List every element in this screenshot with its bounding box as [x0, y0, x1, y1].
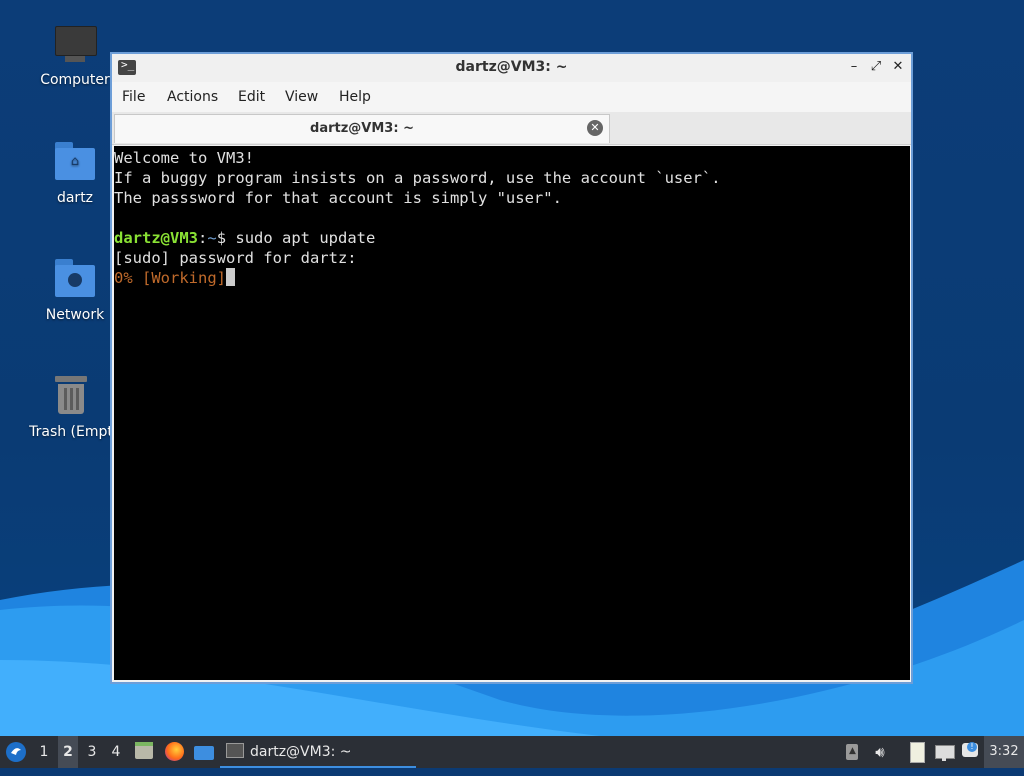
workspace-2[interactable]: 2 [58, 736, 78, 768]
minimize-button[interactable]: – [845, 58, 863, 76]
network-folder-icon [51, 255, 99, 303]
prompt-path: ~ [207, 229, 217, 247]
clock[interactable]: 3:32 [984, 736, 1024, 768]
update-icon[interactable]: ▲ [844, 736, 860, 768]
taskbar-task-terminal[interactable]: dartz@VM3: ~ [220, 736, 416, 768]
tab-label: dartz@VM3: ~ [310, 121, 414, 136]
menu-edit[interactable]: Edit [238, 89, 265, 105]
terminal-prompt-line: dartz@VM3:~$ sudo apt update [114, 228, 910, 248]
network-icon[interactable] [932, 736, 956, 768]
taskbar: 1 2 3 4 dartz@VM3: ~ ▲ 🔊︎ ! 3:32 [0, 736, 1024, 768]
apt-progress: 0% [Working] [114, 269, 226, 287]
terminal-line: If a buggy program insists on a password… [114, 169, 721, 187]
terminal-line: The passsword for that account is simply… [114, 189, 562, 207]
tab-bar: dartz@VM3: ~ ✕ [112, 112, 911, 145]
window-titlebar[interactable]: >_ dartz@VM3: ~ – ⤢ ✕ [112, 54, 911, 83]
menu-actions[interactable]: Actions [167, 89, 218, 105]
terminal-command: sudo apt update [235, 229, 376, 247]
desktop-icon-label: Computer [40, 72, 110, 88]
computer-icon [51, 20, 99, 68]
desktop-icon-home[interactable]: ⌂ dartz [30, 138, 120, 206]
clipboard-icon[interactable] [906, 736, 926, 768]
terminal-cursor [225, 268, 235, 286]
terminal-output[interactable]: Welcome to VM3! If a buggy program insis… [114, 146, 910, 680]
prompt-separator: : [198, 229, 208, 247]
tab-close-icon[interactable]: ✕ [587, 120, 603, 136]
file-manager-icon[interactable] [132, 736, 156, 768]
prompt-dollar: $ [216, 229, 236, 247]
workspace-4[interactable]: 4 [106, 736, 126, 768]
menu-view[interactable]: View [285, 89, 318, 105]
terminal-line: Welcome to VM3! [114, 149, 254, 167]
firefox-icon[interactable] [162, 736, 186, 768]
trash-icon [47, 372, 95, 420]
terminal-window: >_ dartz@VM3: ~ – ⤢ ✕ File Actions Edit … [110, 52, 913, 684]
menu-bar: File Actions Edit View Help [112, 82, 911, 112]
menu-file[interactable]: File [122, 89, 145, 105]
tab-terminal[interactable]: dartz@VM3: ~ ✕ [114, 114, 610, 143]
notification-icon[interactable]: ! [960, 736, 980, 768]
desktop-icon-trash[interactable]: Trash (Empt [26, 372, 116, 440]
desktop-icon-computer[interactable]: Computer [30, 20, 120, 88]
desktop-icon-label: Network [45, 307, 105, 323]
desktop-icon-network[interactable]: Network [30, 255, 120, 323]
terminal-progress-line: 0% [Working] [114, 268, 910, 288]
window-title: dartz@VM3: ~ [455, 59, 568, 75]
terminal-icon [226, 743, 244, 758]
menu-help[interactable]: Help [339, 89, 371, 105]
prompt-user: dartz@VM3 [114, 229, 198, 247]
lubuntu-logo-icon [6, 742, 26, 762]
close-button[interactable]: ✕ [889, 58, 907, 76]
home-folder-icon: ⌂ [51, 138, 99, 186]
maximize-button[interactable]: ⤢ [867, 58, 885, 76]
desktop: Computer ⌂ dartz Network Trash (Empt >_ … [0, 0, 1024, 736]
show-desktop-icon[interactable] [192, 736, 216, 768]
volume-icon[interactable]: 🔊︎ [870, 736, 890, 768]
start-menu-button[interactable] [4, 736, 28, 768]
task-label: dartz@VM3: ~ [250, 744, 352, 760]
desktop-icon-label: Trash (Empt [29, 424, 113, 440]
desktop-icon-label: dartz [56, 190, 94, 206]
terminal-line: [sudo] password for dartz: [114, 249, 357, 267]
workspace-3[interactable]: 3 [82, 736, 102, 768]
workspace-1[interactable]: 1 [34, 736, 54, 768]
